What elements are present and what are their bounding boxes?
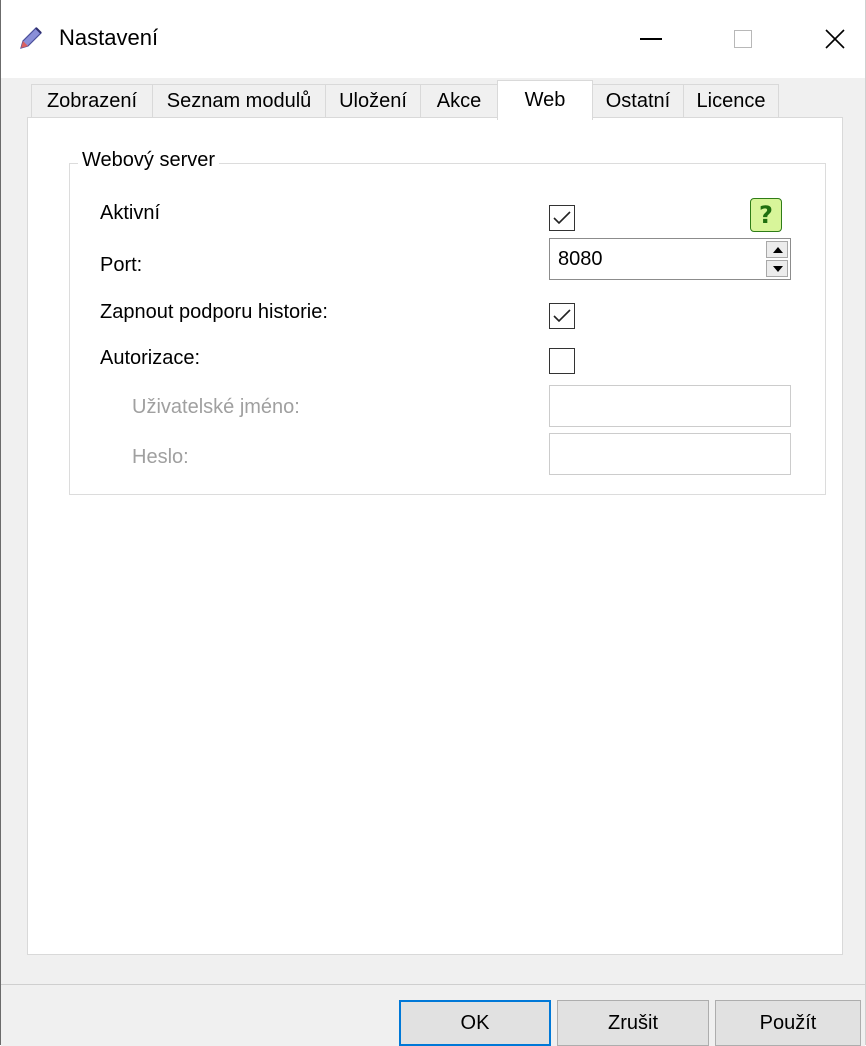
tab-zobrazeni[interactable]: Zobrazení xyxy=(31,84,153,118)
password-field[interactable] xyxy=(549,433,791,475)
title-bar[interactable]: Nastavení xyxy=(1,0,865,78)
tab-web[interactable]: Web xyxy=(497,80,593,120)
maximize-icon xyxy=(734,30,752,48)
settings-dialog: Nastavení Zobrazení Seznam modulů Uložen… xyxy=(0,0,866,1046)
spin-up-button[interactable] xyxy=(766,241,788,258)
port-label: Port: xyxy=(100,254,143,276)
checkmark-icon xyxy=(553,211,571,225)
tab-licence[interactable]: Licence xyxy=(683,84,779,118)
groupbox-title: Webový server xyxy=(78,149,220,172)
pen-icon xyxy=(20,27,42,49)
close-button[interactable] xyxy=(789,0,866,78)
minimize-icon xyxy=(640,38,662,40)
checkmark-icon xyxy=(553,309,571,323)
tab-ostatni[interactable]: Ostatní xyxy=(592,84,684,118)
port-value[interactable]: 8080 xyxy=(558,248,603,271)
spin-down-button[interactable] xyxy=(766,260,788,277)
history-label: Zapnout podporu historie: xyxy=(100,301,328,323)
history-checkbox[interactable] xyxy=(549,303,575,329)
active-checkbox[interactable] xyxy=(549,205,575,231)
tab-ulozeni[interactable]: Uložení xyxy=(325,84,421,118)
close-icon xyxy=(825,29,845,49)
username-label: Uživatelské jméno: xyxy=(132,396,300,418)
authorization-label: Autorizace: xyxy=(100,347,201,369)
ok-button[interactable]: OK xyxy=(399,1000,551,1046)
maximize-button[interactable] xyxy=(697,0,789,78)
help-button[interactable]: ? xyxy=(750,198,782,232)
cancel-button[interactable]: Zrušit xyxy=(557,1000,709,1046)
arrow-up-icon xyxy=(773,247,783,253)
authorization-checkbox[interactable] xyxy=(549,348,575,374)
active-label: Aktivní xyxy=(100,202,161,224)
password-label: Heslo: xyxy=(132,446,189,468)
apply-button[interactable]: Použít xyxy=(715,1000,861,1046)
tab-page-web: Webový server Aktivní ? Port: 8080 Zapno… xyxy=(27,117,843,955)
port-spinner[interactable]: 8080 xyxy=(549,238,791,280)
username-field[interactable] xyxy=(549,385,791,427)
spinner-buttons xyxy=(766,241,788,277)
minimize-button[interactable] xyxy=(605,0,697,78)
tab-seznam-modulu[interactable]: Seznam modulů xyxy=(152,84,326,118)
window-title: Nastavení xyxy=(59,25,159,50)
arrow-down-icon xyxy=(773,266,783,272)
tab-akce[interactable]: Akce xyxy=(420,84,498,118)
question-mark-icon: ? xyxy=(759,201,773,229)
